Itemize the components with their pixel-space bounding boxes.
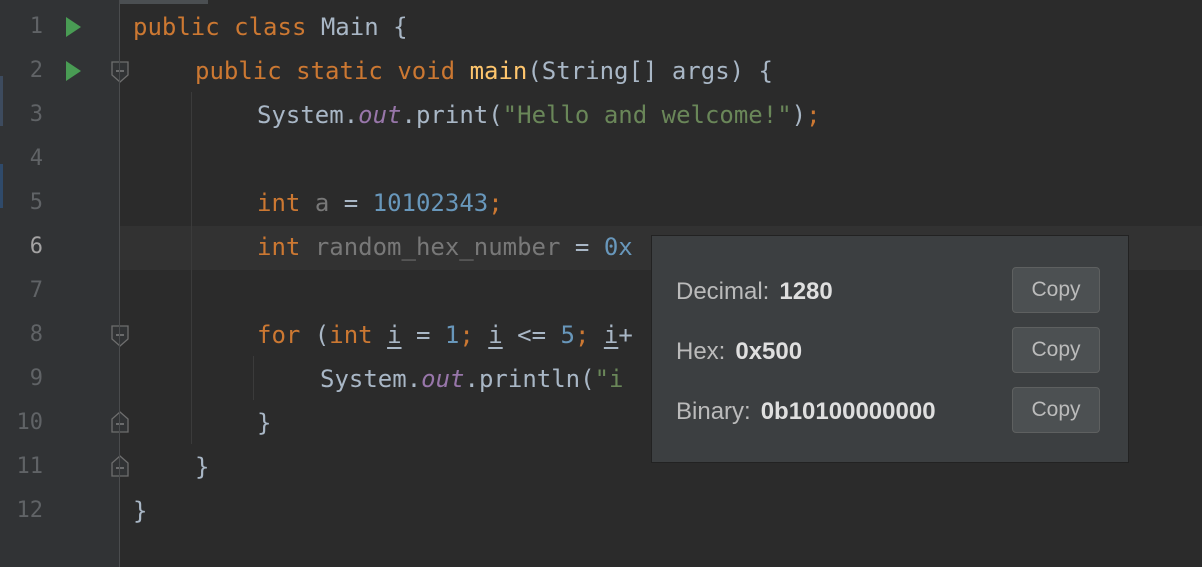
line-number: 11 — [16, 454, 44, 479]
code-line-12[interactable]: } — [133, 489, 147, 533]
line-number: 7 — [29, 278, 43, 303]
closing-brace: } — [133, 497, 148, 525]
decimal-value: 1280 — [779, 278, 833, 305]
keyword: public — [133, 13, 220, 41]
code-line-8[interactable]: for (int i = 1; i <= 5; i+ — [257, 313, 633, 357]
method-call: .print( — [401, 101, 503, 129]
gutter-divider — [119, 0, 120, 567]
number-conversion-popup: Decimal: 1280 Copy Hex: 0x500 Copy Binary:… — [651, 235, 1129, 463]
line-number: 10 — [16, 410, 44, 435]
fold-collapse-icon[interactable] — [110, 325, 130, 347]
code-line-3[interactable]: System.out.print("Hello and welcome!"); — [257, 93, 821, 137]
hex-label: Hex: — [676, 338, 726, 365]
line-number: 3 — [29, 102, 43, 127]
code-line-10[interactable]: } — [257, 401, 271, 445]
keyword: int — [329, 321, 373, 349]
keyword: void — [397, 57, 456, 85]
string-literal: "Hello and welcome!" — [502, 101, 792, 129]
line-number-current: 6 — [29, 234, 43, 259]
copy-decimal-button[interactable]: Copy — [1012, 267, 1100, 313]
keyword: for — [257, 321, 301, 349]
fold-collapse-icon[interactable] — [110, 61, 130, 83]
line-number: 5 — [29, 190, 43, 215]
line-number: 4 — [29, 146, 43, 171]
binary-value: 0b10100000000 — [760, 398, 936, 425]
binary-label: Binary: — [676, 398, 751, 425]
fold-end-icon[interactable] — [110, 455, 130, 477]
closing-brace: } — [257, 409, 272, 437]
copy-hex-button[interactable]: Copy — [1012, 327, 1100, 373]
fold-end-icon[interactable] — [110, 411, 130, 433]
semicolon: ; — [806, 101, 821, 129]
number-literal: 1 — [444, 321, 460, 349]
line-number: 2 — [29, 58, 43, 83]
number-literal: 10102343 — [372, 189, 489, 217]
loop-variable: i — [387, 321, 402, 349]
run-main-icon[interactable] — [64, 60, 82, 82]
class-name: Main { — [320, 13, 408, 41]
parameters: (String[] args) { — [527, 57, 773, 85]
keyword: public — [195, 57, 282, 85]
indent-guide — [253, 356, 254, 400]
code-line-9[interactable]: System.out.println("i — [320, 357, 623, 401]
line-gutter[interactable]: 1 2 3 4 5 6 7 8 9 10 11 12 — [0, 0, 129, 567]
string-literal: "i — [594, 365, 624, 393]
code-line-1[interactable]: public class Main { — [133, 5, 408, 49]
hex-value: 0x500 — [735, 338, 803, 365]
operator: + — [618, 321, 633, 349]
paren: ) — [791, 101, 807, 129]
variable-unused: random_hex_number — [314, 233, 561, 261]
operator: = — [329, 189, 373, 217]
number-literal: 5 — [560, 321, 575, 349]
method-call: .println( — [464, 365, 595, 393]
code-line-11[interactable]: } — [195, 445, 209, 489]
paren: ( — [300, 321, 330, 349]
operator: = — [401, 321, 445, 349]
closing-brace: } — [195, 453, 210, 481]
keyword: int — [257, 233, 301, 261]
semicolon: ; — [574, 321, 590, 349]
loop-variable: i — [603, 321, 619, 349]
loop-variable: i — [488, 321, 503, 349]
code-line-5[interactable]: int a = 10102343; — [257, 181, 503, 225]
line-number: 1 — [29, 14, 43, 39]
indent-guide — [191, 92, 192, 444]
keyword: class — [234, 13, 307, 41]
static-field: out — [421, 365, 465, 393]
line-number: 12 — [16, 498, 44, 523]
semicolon: ; — [459, 321, 474, 349]
operator: = — [560, 233, 604, 261]
code-line-2[interactable]: public static void main(String[] args) { — [195, 49, 773, 93]
operator: <= — [502, 321, 561, 349]
keyword: int — [257, 189, 301, 217]
method-name: main — [469, 57, 528, 85]
hex-row: Hex: 0x500 — [676, 332, 802, 372]
copy-binary-button[interactable]: Copy — [1012, 387, 1100, 433]
line-number: 8 — [29, 322, 43, 347]
decimal-row: Decimal: 1280 — [676, 272, 833, 312]
decimal-label: Decimal: — [676, 278, 770, 305]
keyword: static — [296, 57, 383, 85]
code-line-6[interactable]: int random_hex_number = 0x — [257, 225, 633, 269]
code-editor[interactable]: 1 2 3 4 5 6 7 8 9 10 11 12 public class … — [0, 0, 1202, 567]
identifier: System. — [257, 101, 359, 129]
identifier: System. — [320, 365, 422, 393]
semicolon: ; — [488, 189, 503, 217]
static-field: out — [358, 101, 402, 129]
variable-unused: a — [314, 189, 330, 217]
line-number: 9 — [29, 366, 43, 391]
run-class-icon[interactable] — [64, 16, 82, 38]
binary-row: Binary: 0b10100000000 — [676, 392, 936, 432]
hex-literal[interactable]: 0x — [604, 233, 633, 261]
